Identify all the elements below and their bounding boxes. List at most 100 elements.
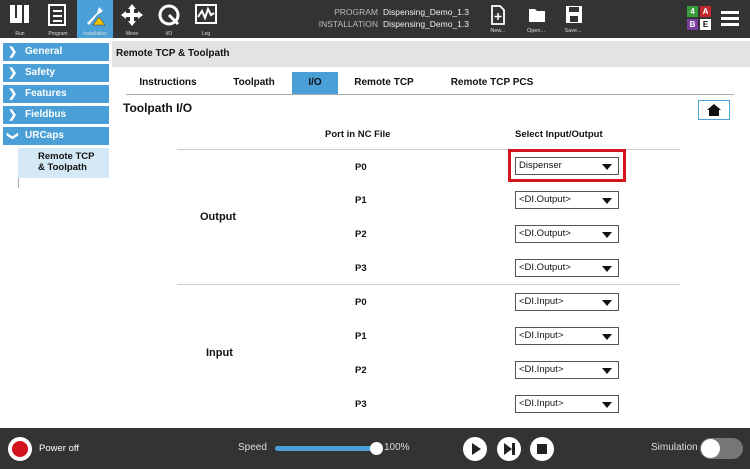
open-button[interactable]: Open...	[518, 2, 554, 36]
badge-a[interactable]: A	[700, 6, 711, 17]
tab-io[interactable]: I/O	[292, 72, 338, 94]
select-value: <DI.Input>	[519, 330, 564, 341]
sidebar-item-label: URCaps	[25, 130, 64, 141]
save-button[interactable]: Save...	[555, 2, 591, 36]
nav-io-button[interactable]: I/O	[151, 0, 187, 38]
output-p1-select[interactable]: <DI.Output>	[515, 191, 619, 209]
nav-run-button[interactable]: Run	[2, 0, 38, 38]
nav-move-label: Move	[125, 31, 139, 37]
new-button[interactable]: New...	[480, 2, 516, 36]
top-bar: Run Program Installation Move I/O Log PR…	[0, 0, 750, 38]
sidebar-item-general[interactable]: ❯ General	[3, 43, 109, 61]
io-icon	[158, 4, 180, 26]
speed-value: 100%	[384, 442, 410, 453]
dropdown-arrow-icon	[602, 334, 612, 340]
stop-button[interactable]	[530, 437, 554, 461]
select-value: <DI.Input>	[519, 364, 564, 375]
simulation-toggle[interactable]	[700, 438, 743, 459]
input-port-label: P0	[355, 297, 367, 308]
dropdown-arrow-icon	[602, 368, 612, 374]
dropdown-arrow-icon	[602, 300, 612, 306]
output-p2-select[interactable]: <DI.Output>	[515, 225, 619, 243]
simulation-label: Simulation	[651, 442, 698, 453]
output-group-label: Output	[200, 211, 237, 223]
nav-program-label: Program	[48, 31, 68, 37]
nav-installation-label: Installation	[83, 31, 107, 37]
play-icon	[472, 443, 481, 455]
sidebar-item-features[interactable]: ❯ Features	[3, 85, 109, 103]
speed-slider-handle[interactable]	[370, 442, 383, 455]
tab-remote-tcp[interactable]: Remote TCP	[344, 72, 424, 94]
home-button[interactable]	[698, 100, 730, 120]
input-p2-select[interactable]: <DI.Input>	[515, 361, 619, 379]
sidebar-item-urcaps[interactable]: ❯ URCaps	[3, 127, 109, 145]
tab-remote-tcp-pcs[interactable]: Remote TCP PCS	[438, 72, 546, 94]
select-value: <DI.Output>	[519, 194, 571, 205]
nav-installation-button[interactable]: Installation	[77, 0, 113, 38]
nav-program-button[interactable]: Program	[40, 0, 76, 38]
step-icon	[504, 443, 515, 455]
nav-run-label: Run	[15, 31, 25, 37]
sidebar-sub-label-line1: Remote TCP	[38, 151, 95, 162]
step-button[interactable]	[497, 437, 521, 461]
nav-log-button[interactable]: Log	[188, 0, 224, 38]
program-icon	[48, 4, 66, 26]
installation-label: INSTALLATION	[318, 19, 378, 29]
select-value: <DI.Output>	[519, 262, 571, 273]
panel-header-title: Remote TCP & Toolpath	[116, 48, 230, 59]
input-p1-select[interactable]: <DI.Input>	[515, 327, 619, 345]
sidebar-item-label: Safety	[25, 67, 56, 78]
play-button[interactable]	[463, 437, 487, 461]
log-icon	[195, 4, 217, 24]
bottom-bar: Power off Speed 100% Simulation	[0, 428, 750, 469]
ur-logo-icon	[10, 5, 29, 23]
output-port-label: P1	[355, 195, 367, 206]
sidebar-item-remote-tcp-toolpath[interactable]: Remote TCP & Toolpath	[18, 148, 109, 178]
nav-move-button[interactable]: Move	[114, 0, 150, 38]
column-header-select: Select Input/Output	[515, 129, 603, 140]
power-indicator-icon	[12, 441, 28, 457]
program-info-labels: PROGRAM INSTALLATION	[300, 6, 378, 30]
input-p3-select[interactable]: <DI.Input>	[515, 395, 619, 413]
badge-e[interactable]: E	[700, 19, 711, 30]
sidebar: ❯ General ❯ Safety ❯ Features ❯ Fieldbus…	[0, 38, 110, 428]
panel-header: Remote TCP & Toolpath	[112, 41, 750, 67]
sidebar-item-label: Fieldbus	[25, 109, 67, 120]
output-port-label: P3	[355, 263, 367, 274]
highlight-box	[508, 149, 626, 182]
speed-slider[interactable]	[275, 446, 377, 451]
column-header-port: Port in NC File	[325, 129, 391, 140]
power-button[interactable]	[8, 437, 32, 461]
program-info-values: Dispensing_Demo_1.3 Dispensing_Demo_1.3	[383, 6, 469, 30]
output-port-label: P2	[355, 229, 367, 240]
badge-b[interactable]: B	[687, 19, 698, 30]
new-label: New...	[490, 28, 506, 34]
select-value: <DI.Input>	[519, 398, 564, 409]
input-port-label: P1	[355, 331, 367, 342]
program-label: PROGRAM	[334, 7, 378, 17]
open-label: Open...	[526, 28, 546, 34]
stop-icon	[537, 444, 547, 454]
folder-icon	[529, 9, 545, 22]
sidebar-item-label: Features	[25, 88, 67, 99]
tab-toolpath[interactable]: Toolpath	[216, 72, 292, 94]
select-value: <DI.Input>	[519, 296, 564, 307]
tab-instructions[interactable]: Instructions	[126, 72, 210, 94]
divider	[177, 284, 680, 285]
select-value: <DI.Output>	[519, 228, 571, 239]
sidebar-item-fieldbus[interactable]: ❯ Fieldbus	[3, 106, 109, 124]
tab-underline	[126, 94, 734, 95]
badge-4[interactable]: 4	[687, 6, 698, 17]
sidebar-item-safety[interactable]: ❯ Safety	[3, 64, 109, 82]
output-port-label: P0	[355, 162, 367, 173]
installation-icon	[87, 7, 106, 26]
toggle-knob	[701, 439, 720, 458]
nav-log-label: Log	[201, 31, 211, 37]
dropdown-arrow-icon	[602, 232, 612, 238]
input-p0-select[interactable]: <DI.Input>	[515, 293, 619, 311]
move-icon	[121, 4, 143, 26]
menu-icon[interactable]	[719, 7, 743, 31]
power-label: Power off	[39, 443, 79, 454]
nav-io-label: I/O	[165, 31, 173, 37]
output-p3-select[interactable]: <DI.Output>	[515, 259, 619, 277]
